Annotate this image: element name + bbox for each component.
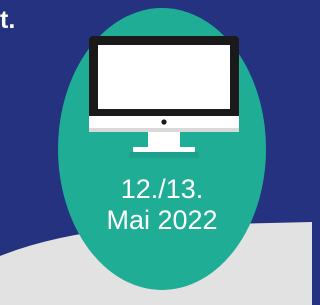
headline-fragment: t. (0, 6, 16, 34)
event-date-line1: 12./13. (120, 174, 204, 204)
desktop-monitor-icon (89, 36, 239, 158)
event-date-line2: Mai 2022 (106, 205, 218, 235)
